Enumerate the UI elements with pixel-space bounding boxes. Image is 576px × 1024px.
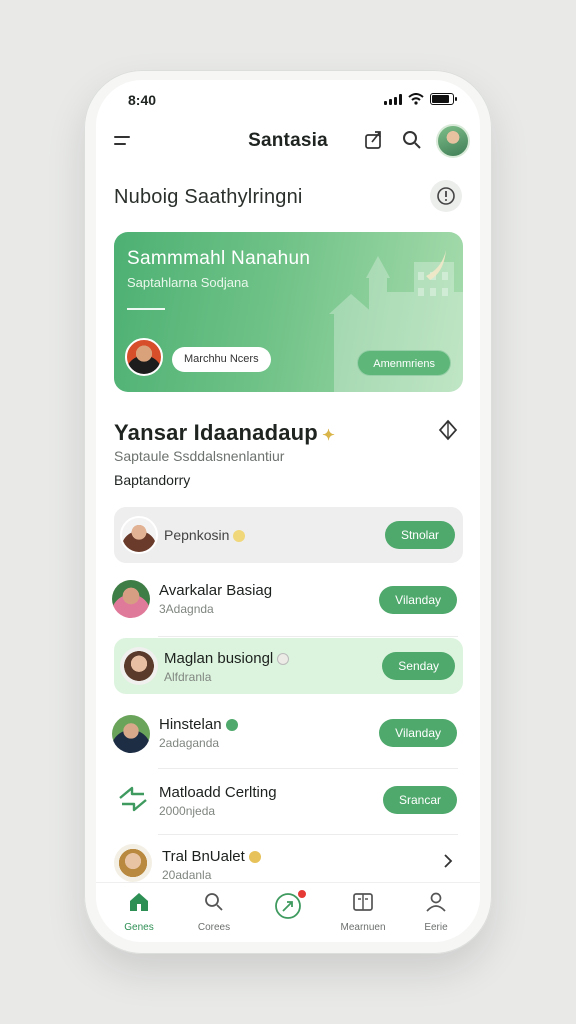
list-item-button[interactable]: Stnolar	[384, 521, 455, 549]
section-category: Baptandorry	[114, 472, 191, 488]
tag-icon[interactable]	[436, 418, 460, 442]
list-item-button[interactable]: Vilanday	[379, 586, 457, 614]
list-item-name: Hinstelan	[159, 716, 238, 733]
divider	[158, 636, 458, 637]
hero-divider	[127, 308, 165, 310]
list-item-button[interactable]: Senday	[382, 652, 455, 680]
avatar	[120, 647, 158, 685]
user-avatar[interactable]	[436, 124, 470, 158]
signal-icon	[384, 93, 402, 105]
home-icon	[130, 893, 148, 911]
status-time: 8:40	[128, 92, 157, 108]
list-item[interactable]: Avarkalar Basiag 3Adagnda Vilanday	[112, 572, 463, 628]
share-icon[interactable]	[362, 128, 386, 152]
notification-badge	[297, 889, 307, 899]
divider	[158, 834, 458, 835]
list-item-name: Matloadd Cerlting	[159, 784, 277, 801]
list-item-name: Tral BnUalet	[162, 848, 261, 865]
hero-subtitle: Saptahlarna Sodjana	[127, 275, 249, 290]
list-item-button[interactable]: Srancar	[382, 786, 457, 814]
avatar	[114, 844, 152, 882]
bottom-tab-bar: Genes Corees Mearnuen Eerie	[96, 882, 480, 942]
tab-profile[interactable]: Eerie	[401, 891, 471, 933]
list-item-name: Maglan busiongl	[164, 650, 290, 667]
search-icon[interactable]	[400, 128, 424, 152]
hero-title: Sammmahl Nanahun	[127, 248, 311, 269]
list-item-subtitle: Alfdranla	[164, 670, 212, 684]
tab-label: Mearnuen	[340, 922, 386, 933]
transfer-icon	[119, 786, 147, 812]
list-item-subtitle: 2000njeda	[159, 804, 216, 818]
hero-action-button[interactable]: Amenmriens	[357, 350, 451, 376]
wifi-icon	[408, 93, 424, 105]
list-item-button[interactable]: Vilanday	[379, 719, 457, 747]
hero-card[interactable]: Sammmahl Nanahun Saptahlarna Sodjana Mar…	[114, 232, 463, 392]
list-item[interactable]: Maglan busiongl Alfdranla Senday	[114, 638, 463, 694]
app-screen: 8:40 Santasia Nuboig Saathylringni Sammm…	[96, 80, 480, 942]
sparkle-icon: ✦	[317, 427, 336, 444]
star-badge-icon	[248, 851, 261, 864]
profile-icon	[426, 892, 446, 912]
battery-icon	[430, 93, 457, 105]
emoji-icon	[277, 653, 290, 666]
tab-home[interactable]: Genes	[104, 891, 174, 933]
tab-label: Corees	[197, 922, 231, 933]
section-title-text: Yansar Idaanadaup	[114, 420, 318, 445]
tab-label: Eerie	[424, 922, 448, 933]
list-item-name: Avarkalar Basiag	[159, 582, 273, 599]
status-icons	[384, 93, 457, 105]
book-icon	[353, 893, 373, 911]
tab-library[interactable]: Mearnuen	[328, 891, 398, 933]
alert-icon	[437, 187, 455, 205]
tab-explore[interactable]	[253, 889, 323, 926]
avatar	[112, 715, 150, 753]
tab-label: Genes	[124, 922, 154, 933]
list-item-subtitle: 2adaganda	[159, 736, 220, 750]
list-item-subtitle: 3Adagnda	[159, 602, 214, 616]
tab-search[interactable]: Corees	[179, 891, 249, 933]
hero-avatar	[125, 338, 163, 376]
avatar	[112, 580, 150, 618]
list-item[interactable]: Hinstelan 2adaganda Vilanday	[112, 706, 463, 762]
info-button[interactable]	[430, 180, 462, 212]
hero-pill[interactable]: Marchhu Ncers	[172, 347, 271, 372]
section-title: Yansar Idaanadaup ✦	[114, 420, 335, 446]
page-subtitle: Nuboig Saathylringni	[114, 186, 303, 208]
list-item-name: Pepnkosin	[164, 527, 246, 543]
emoji-icon	[233, 530, 246, 543]
divider	[158, 768, 458, 769]
section-subtitle: Saptaule Ssddalsnenlantiur	[114, 448, 285, 464]
list-item-subtitle: 20adanla	[162, 868, 212, 882]
avatar	[120, 516, 158, 554]
verified-icon	[225, 719, 238, 732]
search-icon	[205, 893, 223, 911]
list-item[interactable]: Pepnkosin Stnolar	[114, 507, 463, 563]
chevron-right-icon[interactable]	[441, 852, 455, 870]
list-item[interactable]: Matloadd Cerlting 2000njeda Srancar	[114, 772, 463, 828]
